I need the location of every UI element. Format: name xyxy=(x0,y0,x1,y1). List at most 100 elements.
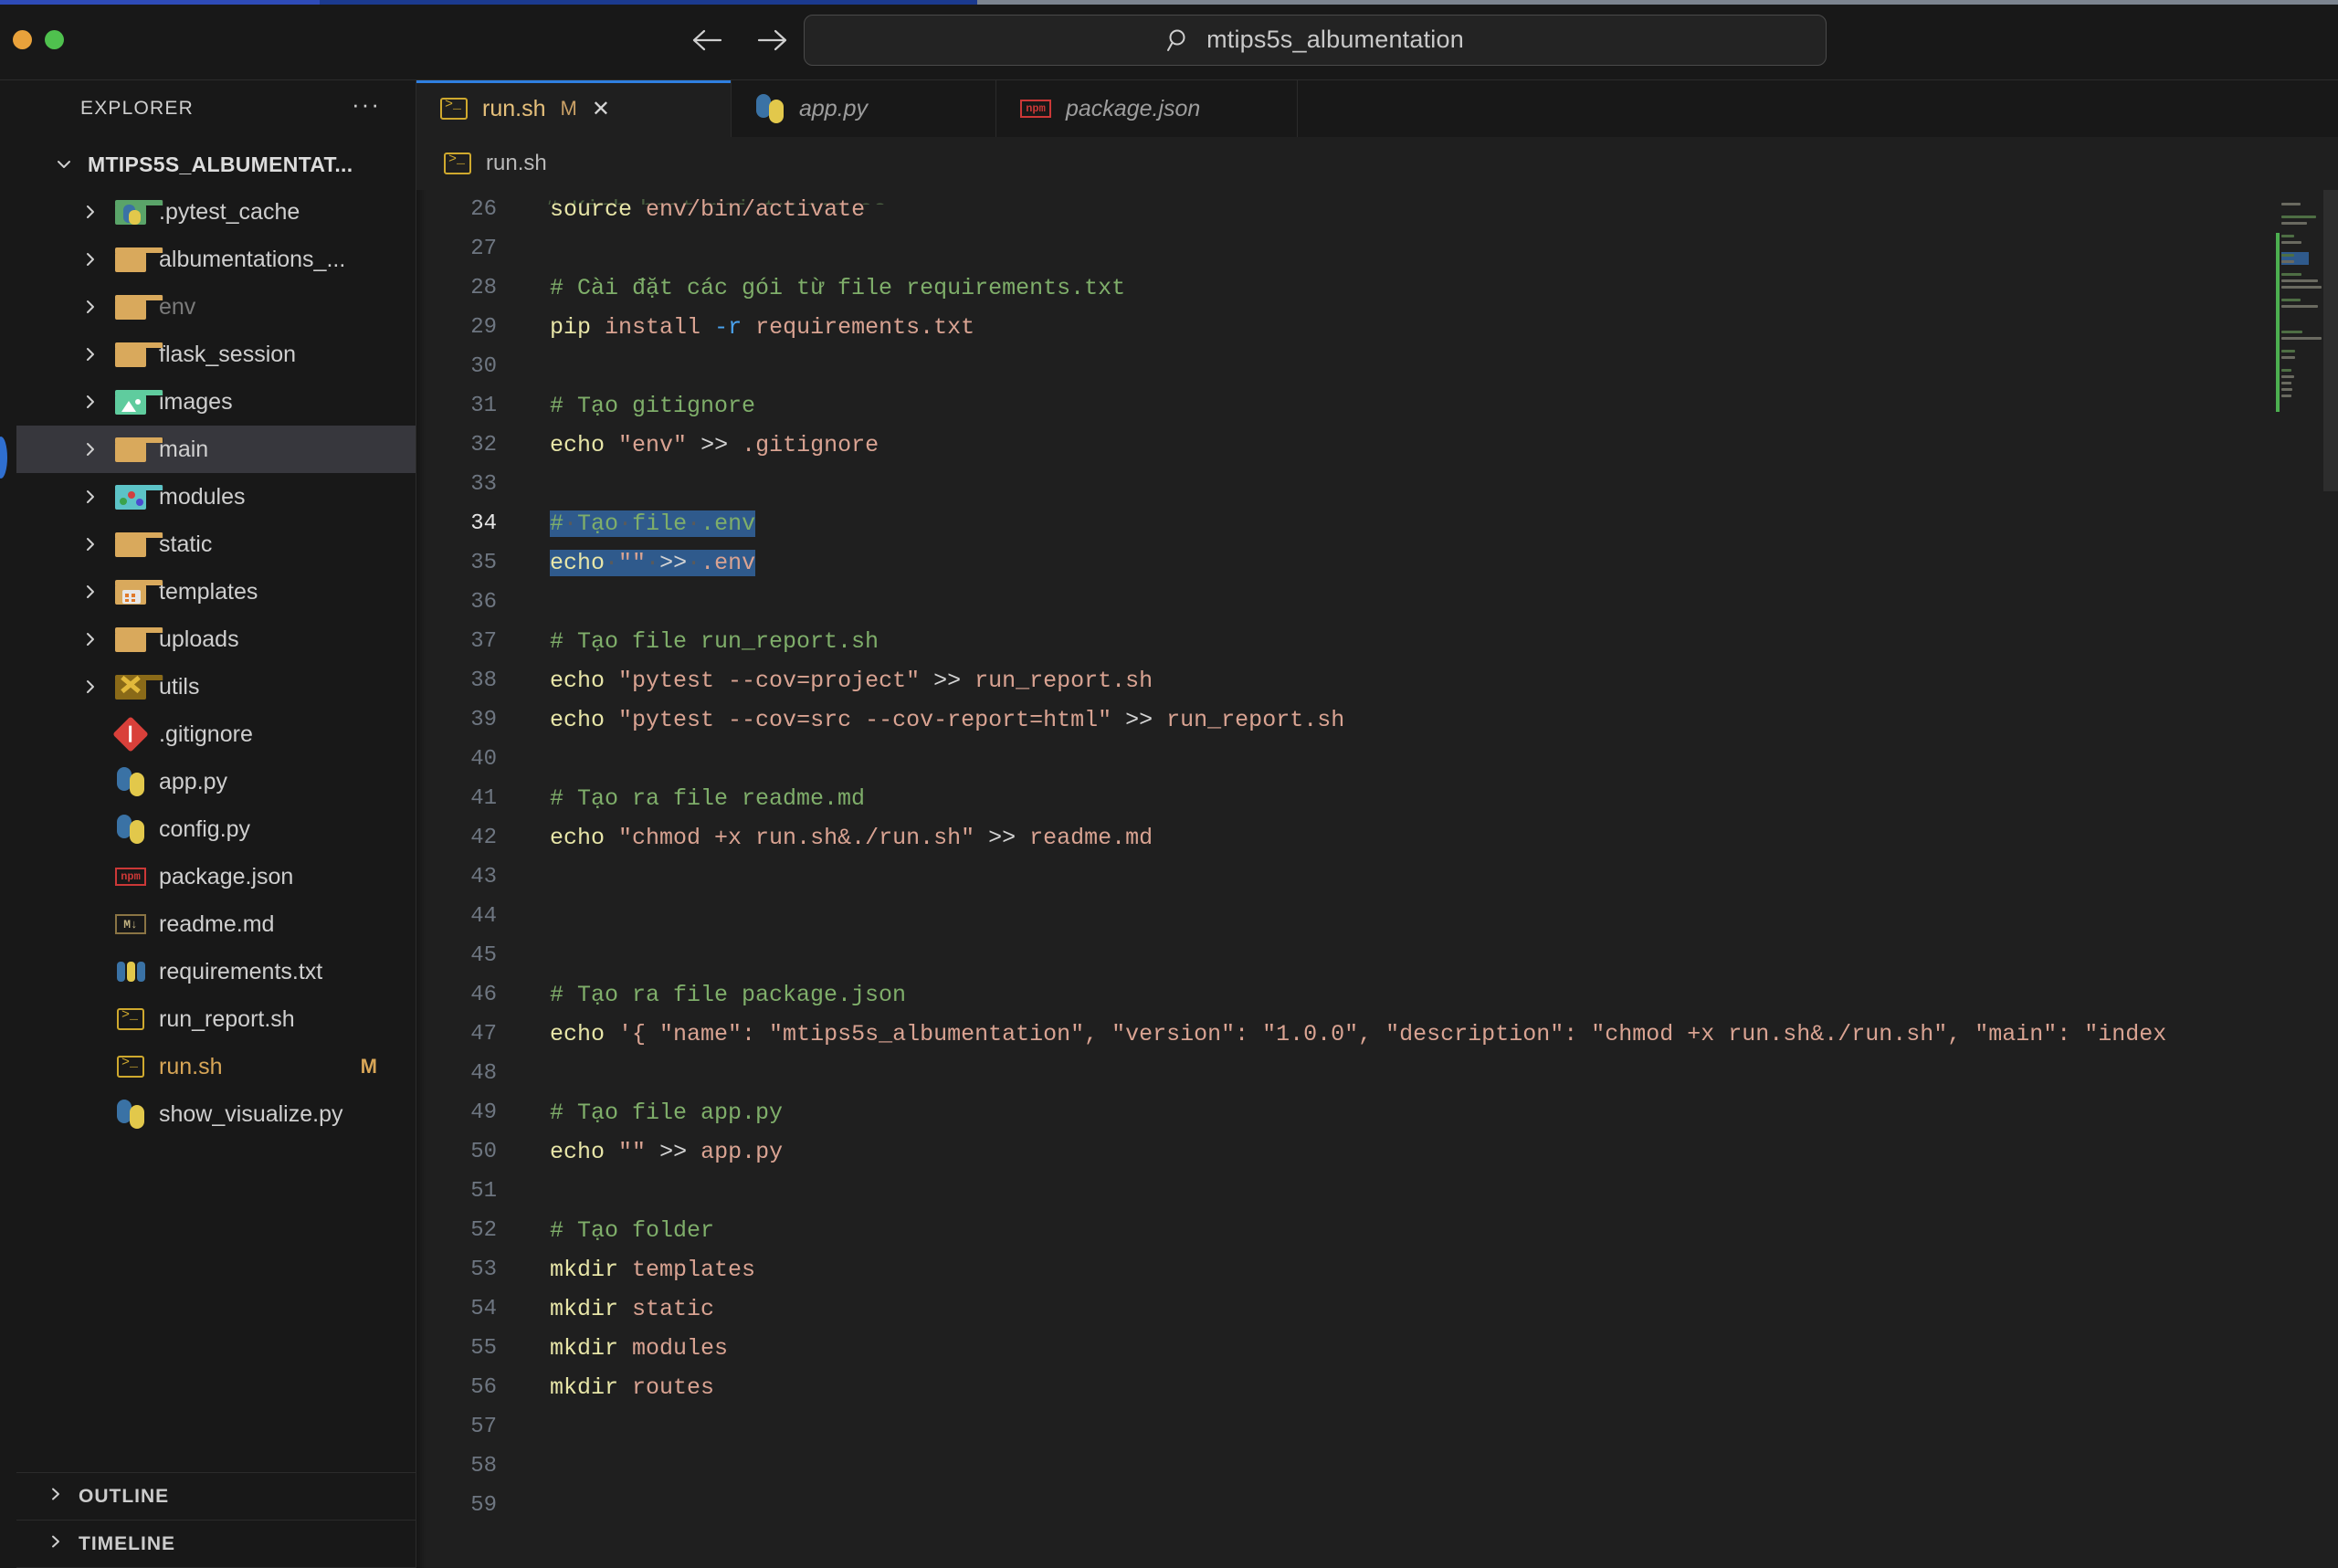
code-line-text[interactable]: # Tạo ra file package.json xyxy=(522,975,906,1015)
editor-tab-bar[interactable]: run.sh M ✕ app.py npm package.json xyxy=(416,80,2338,137)
code-line-text[interactable]: mkdir templates xyxy=(522,1250,755,1289)
code-line[interactable]: 34 #·Tạo·file·.env xyxy=(416,504,2338,543)
code-line[interactable]: 36 xyxy=(416,583,2338,622)
code-line-text[interactable]: echo "pytest --cov=src --cov-report=html… xyxy=(522,700,1344,740)
code-line[interactable]: 50 echo "" >> app.py xyxy=(416,1132,2338,1172)
tree-item-images[interactable]: images xyxy=(16,378,416,426)
tree-item-gitignore[interactable]: .gitignore xyxy=(16,710,416,758)
command-center-search[interactable]: mtips5s_albumentation xyxy=(804,14,1827,66)
code-line[interactable]: 57 xyxy=(416,1407,2338,1447)
code-line[interactable]: 47 echo '{ "name": "mtips5s_albumentation… xyxy=(416,1015,2338,1054)
search-input-value[interactable]: mtips5s_albumentation xyxy=(1206,26,1464,54)
tree-item-readme-md[interactable]: M↓ readme.md xyxy=(16,900,416,948)
code-line-text[interactable]: echo '{ "name": "mtips5s_albumentation",… xyxy=(522,1015,2166,1054)
code-line-text[interactable]: # Tạo file app.py xyxy=(522,1093,783,1132)
tree-item-app-py[interactable]: app.py xyxy=(16,758,416,805)
code-line[interactable]: 41 # Tạo ra file readme.md xyxy=(416,779,2338,818)
code-line-text[interactable]: mkdir modules xyxy=(522,1329,728,1368)
scrollbar-thumb[interactable] xyxy=(2323,190,2338,491)
code-line-text[interactable]: echo "env" >> .gitignore xyxy=(522,426,879,465)
code-line-text[interactable]: mkdir static xyxy=(522,1289,714,1329)
code-line-text[interactable]: echo "pytest --cov=project" >> run_repor… xyxy=(522,661,1153,700)
code-line[interactable]: 58 xyxy=(416,1447,2338,1486)
code-line[interactable]: 45 xyxy=(416,936,2338,975)
tree-item-config-py[interactable]: config.py xyxy=(16,805,416,853)
code-line[interactable]: 26 source env/bin/activate xyxy=(416,190,2338,229)
arrow-left-icon[interactable] xyxy=(690,25,726,56)
code-line[interactable]: 55 mkdir modules xyxy=(416,1329,2338,1368)
code-line[interactable]: 32 echo "env" >> .gitignore xyxy=(416,426,2338,465)
code-line[interactable]: 27 xyxy=(416,229,2338,268)
tree-item-static[interactable]: static xyxy=(16,521,416,568)
minimap[interactable] xyxy=(2276,190,2323,1568)
activity-bar[interactable] xyxy=(0,80,16,1568)
code-line[interactable]: 37 # Tạo file run_report.sh xyxy=(416,622,2338,661)
outline-panel-header[interactable]: OUTLINE xyxy=(16,1473,416,1521)
code-line-text[interactable]: mkdir routes xyxy=(522,1368,714,1407)
navigation-arrows[interactable] xyxy=(690,25,790,56)
code-line[interactable]: 52 # Tạo folder xyxy=(416,1211,2338,1250)
breadcrumb[interactable]: run.sh xyxy=(416,137,2338,190)
tree-item-utils[interactable]: utils xyxy=(16,663,416,710)
more-actions-icon[interactable]: ··· xyxy=(352,92,381,125)
tree-item-main[interactable]: main xyxy=(16,426,416,473)
workspace-root-row[interactable]: MTIPS5S_ALBUMENTAT... xyxy=(16,141,416,188)
code-line[interactable]: 43 xyxy=(416,858,2338,897)
code-line-text[interactable]: pip install -r requirements.txt xyxy=(522,308,974,347)
tree-item-modules[interactable]: modules xyxy=(16,473,416,521)
vertical-scrollbar[interactable] xyxy=(2323,190,2338,1568)
window-controls[interactable] xyxy=(0,30,64,49)
code-line-text[interactable]: # Tạo folder xyxy=(522,1211,714,1250)
code-line-text[interactable]: # Cài đặt các gói từ file requirements.t… xyxy=(522,268,1125,308)
editor-tab-package-json[interactable]: npm package.json xyxy=(996,80,1298,137)
code-line[interactable]: 35 echo·""·>>·.env xyxy=(416,543,2338,583)
code-line-text[interactable]: # Tạo file run_report.sh xyxy=(522,622,879,661)
code-line-text[interactable]: echo "" >> app.py xyxy=(522,1132,783,1172)
tree-item-requirements-txt[interactable]: requirements.txt xyxy=(16,948,416,995)
tree-item-run-report-sh[interactable]: run_report.sh xyxy=(16,995,416,1043)
code-line-text[interactable]: # Tạo ra file readme.md xyxy=(522,779,865,818)
tree-item-run-sh[interactable]: run.sh M xyxy=(16,1043,416,1090)
tree-item-env[interactable]: env xyxy=(16,283,416,331)
tree-item-show-visualize-py[interactable]: show_visualize.py xyxy=(16,1090,416,1138)
code-line[interactable]: 33 xyxy=(416,465,2338,504)
editor-tab-app-py[interactable]: app.py xyxy=(732,80,996,137)
code-line[interactable]: 28 # Cài đặt các gói từ file requirements… xyxy=(416,268,2338,308)
code-line-text[interactable]: echo "chmod +x run.sh&./run.sh" >> readm… xyxy=(522,818,1153,858)
code-line[interactable]: 38 echo "pytest --cov=project" >> run_rep… xyxy=(416,661,2338,700)
tree-item-package-json[interactable]: npm package.json xyxy=(16,853,416,900)
code-line[interactable]: 46 # Tạo ra file package.json xyxy=(416,975,2338,1015)
code-line-text[interactable]: #·Tạo·file·.env xyxy=(522,504,756,543)
code-editor[interactable]: # Kich hoat moi truong ao 26source env/b… xyxy=(416,190,2338,1568)
code-line[interactable]: 49 # Tạo file app.py xyxy=(416,1093,2338,1132)
code-lines-container[interactable]: 26 source env/bin/activate 27 28 # Cài đặt c… xyxy=(416,190,2338,1568)
code-line[interactable]: 53 mkdir templates xyxy=(416,1250,2338,1289)
code-line[interactable]: 29 pip install -r requirements.txt xyxy=(416,308,2338,347)
tree-item-uploads[interactable]: uploads xyxy=(16,616,416,663)
file-tree[interactable]: MTIPS5S_ALBUMENTAT... .pytest_cache album… xyxy=(16,137,416,1472)
code-line[interactable]: 30 xyxy=(416,347,2338,386)
code-line-text[interactable]: echo·""·>>·.env xyxy=(522,543,756,583)
code-line[interactable]: 39 echo "pytest --cov=src --cov-report=ht… xyxy=(416,700,2338,740)
timeline-panel-header[interactable]: TIMELINE xyxy=(16,1521,416,1568)
code-line[interactable]: 42 echo "chmod +x run.sh&./run.sh" >> rea… xyxy=(416,818,2338,858)
code-line[interactable]: 40 xyxy=(416,740,2338,779)
code-line[interactable]: 31 # Tạo gitignore xyxy=(416,386,2338,426)
code-line-text[interactable]: source env/bin/activate xyxy=(522,190,865,229)
editor-tab-run-sh[interactable]: run.sh M ✕ xyxy=(416,80,732,137)
tree-item-albumentations[interactable]: albumentations_... xyxy=(16,236,416,283)
close-icon[interactable]: ✕ xyxy=(592,96,610,122)
code-line[interactable]: 59 xyxy=(416,1486,2338,1525)
close-window-button[interactable] xyxy=(13,30,32,49)
maximize-window-button[interactable] xyxy=(45,30,64,49)
tree-item-flask-session[interactable]: flask_session xyxy=(16,331,416,378)
code-line[interactable]: 51 xyxy=(416,1172,2338,1211)
tree-item-pytest-cache[interactable]: .pytest_cache xyxy=(16,188,416,236)
code-line-text[interactable]: # Tạo gitignore xyxy=(522,386,755,426)
code-line[interactable]: 54 mkdir static xyxy=(416,1289,2338,1329)
arrow-right-icon[interactable] xyxy=(753,25,790,56)
code-line[interactable]: 48 xyxy=(416,1054,2338,1093)
tree-item-templates[interactable]: templates xyxy=(16,568,416,616)
code-line[interactable]: 44 xyxy=(416,897,2338,936)
code-line[interactable]: 56 mkdir routes xyxy=(416,1368,2338,1407)
